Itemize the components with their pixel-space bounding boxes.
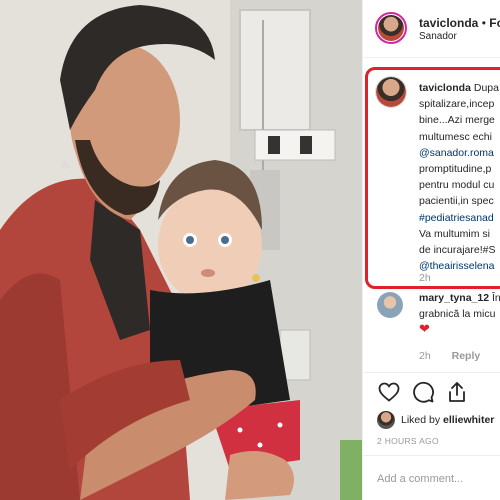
caption-timestamp[interactable]: 2h [419,272,431,284]
caption-username[interactable]: taviclonda [419,82,471,94]
caption-avatar[interactable] [375,76,407,108]
likes-prefix: Liked by [401,414,441,426]
header-username-row: taviclonda • Fol [419,16,500,30]
comment-timestamp[interactable]: 2h [419,350,431,362]
author-avatar[interactable] [375,12,407,44]
caption-hashtag-link[interactable]: #pediatriesanad [419,210,500,226]
heart-icon[interactable] [377,380,401,404]
heart-emoji: ❤ [419,321,430,336]
comment-meta: 2h Reply [419,350,480,362]
post-time-ago[interactable]: 2 HOURS AGO [377,436,439,446]
caption-line: Dupa [473,82,499,94]
liker-avatar[interactable] [377,411,395,429]
comment-text: grabnică la micu [419,308,496,320]
caption-line: de incurajare!#S [419,244,496,257]
comment-icon[interactable] [411,380,435,404]
likes-row: Liked by elliewhiter [377,411,500,431]
photo-illustration [0,0,362,500]
likes-text: Liked by elliewhiter [401,414,494,426]
divider [363,455,500,456]
caption-line: promptitudine,p [419,163,492,176]
caption-text: taviclonda Dupa spitalizare,incep bine..… [419,80,500,274]
post-photo[interactable] [0,0,362,500]
post-header: taviclonda • Fol Sanador [363,0,500,58]
action-bar [377,380,497,404]
caption-mention-link[interactable]: @theairisselena [419,258,500,274]
caption-line: multumesc echi [419,130,492,143]
share-icon[interactable] [445,380,469,404]
caption-line: Va multumim si [419,227,490,240]
divider [363,372,500,373]
comment-row: mary_tyna_12 În [419,292,500,304]
caption-mention-link[interactable]: @sanador.roma [419,145,500,161]
commenter-avatar[interactable] [377,292,403,318]
caption-line: pacientii,in spec [419,195,494,208]
comment-username[interactable]: mary_tyna_12 [419,292,489,304]
header-username[interactable]: taviclonda [419,16,478,30]
add-comment-input[interactable]: Add a comment... [377,473,463,485]
liker-username[interactable]: elliewhiter [443,414,494,426]
caption-line: bine...Azi merge [419,114,495,127]
post-side-panel: taviclonda • Fol Sanador taviclonda Dupa… [362,0,500,500]
reply-button[interactable]: Reply [452,350,481,362]
caption-line: spitalizare,incep [419,98,495,111]
comment-text-start: În [491,292,500,304]
caption-line: pentru modul cu [419,179,495,192]
post-location[interactable]: Sanador [419,31,457,42]
follow-button[interactable]: Fol [489,16,500,30]
header-separator: • [481,16,486,30]
